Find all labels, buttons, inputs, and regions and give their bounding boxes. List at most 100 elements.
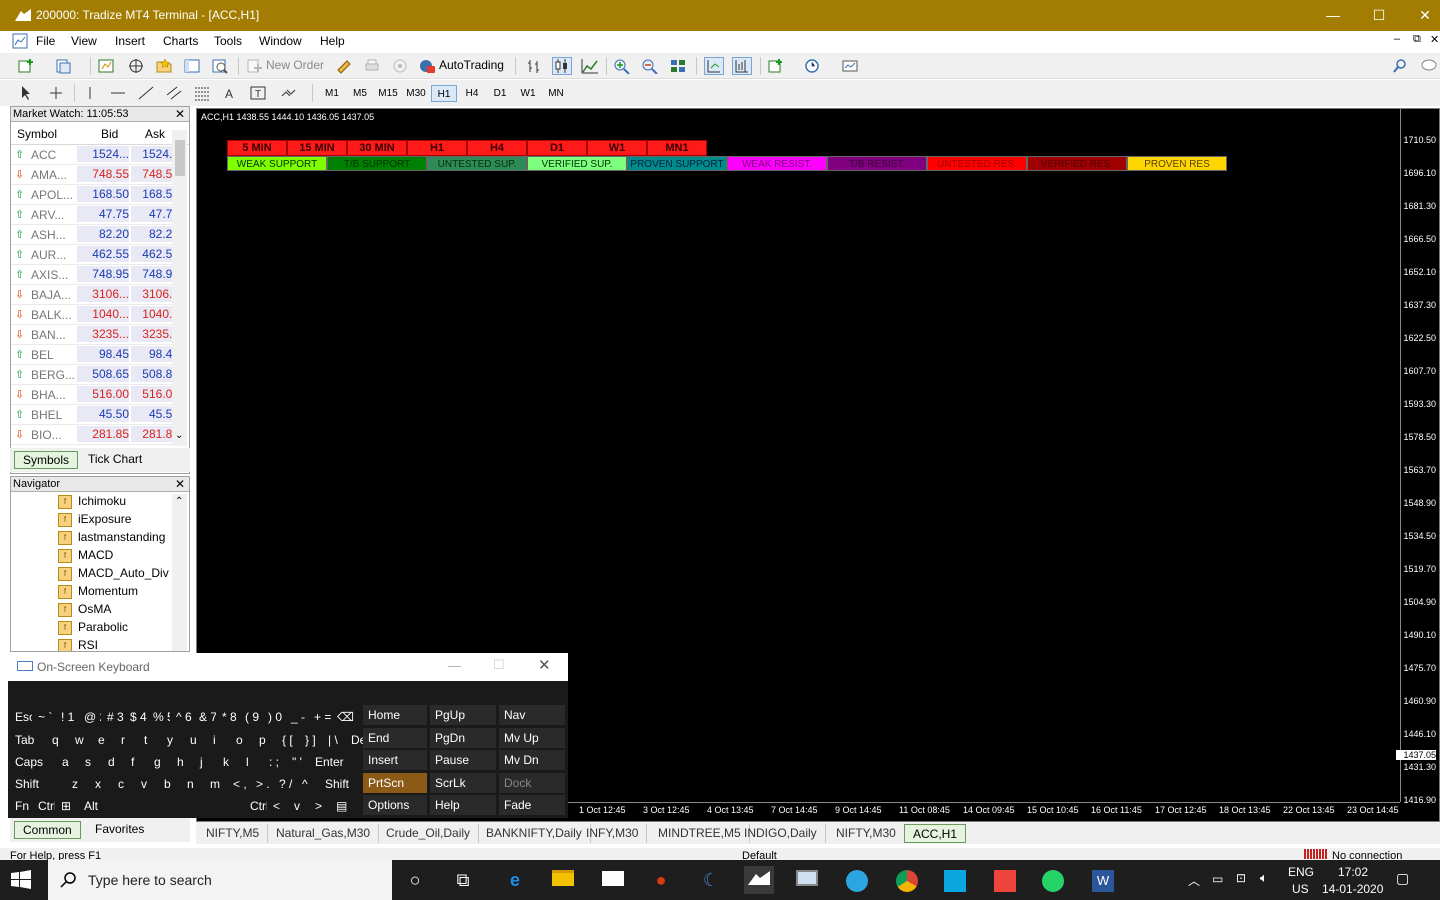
- region-code[interactable]: US: [1292, 882, 1309, 896]
- remote-desktop-icon[interactable]: [792, 866, 822, 894]
- tile-windows-icon[interactable]: [668, 57, 688, 75]
- osk-key[interactable]: n: [182, 774, 204, 794]
- osk-key[interactable]: w: [70, 730, 92, 750]
- whatsapp-icon[interactable]: [1038, 866, 1068, 894]
- arrows-icon[interactable]: [278, 84, 298, 102]
- tf-w1[interactable]: W1: [515, 85, 541, 102]
- menu-charts[interactable]: Charts: [163, 34, 198, 48]
- minimize-button[interactable]: —: [1310, 0, 1356, 31]
- osk-key[interactable]: q: [47, 730, 69, 750]
- chrome-icon[interactable]: [892, 866, 922, 894]
- scroll-down-icon[interactable]: ⌄: [175, 430, 183, 441]
- bar-chart-icon[interactable]: [524, 57, 544, 75]
- new-order-button[interactable]: New Order: [266, 58, 324, 72]
- mail-icon[interactable]: [598, 866, 628, 894]
- market-watch-close-icon[interactable]: ✕: [175, 107, 185, 122]
- tab-common[interactable]: Common: [14, 821, 81, 839]
- osk-key[interactable]: * 8: [217, 707, 239, 727]
- osk-key[interactable]: i: [208, 730, 230, 750]
- strategy-tester-icon[interactable]: [210, 57, 230, 75]
- osk-key[interactable]: PgDn: [430, 727, 496, 748]
- crosshair-icon[interactable]: [46, 84, 66, 102]
- osk-key[interactable]: PgUp: [430, 705, 496, 725]
- osk-key[interactable]: Esc: [10, 707, 32, 727]
- menu-view[interactable]: View: [71, 34, 97, 48]
- network-icon[interactable]: ⊡: [1236, 871, 1246, 885]
- osk-key[interactable]: < ,: [228, 774, 250, 794]
- profiles-icon[interactable]: [54, 57, 74, 75]
- chart-tf-button[interactable]: 30 MIN: [347, 140, 407, 156]
- chart-tab[interactable]: NIFTY,M5: [198, 824, 269, 843]
- osk-key[interactable]: Mv Up: [499, 727, 565, 748]
- osk-key[interactable]: Home: [363, 705, 427, 725]
- navigator-item[interactable]: f RSI: [58, 636, 98, 651]
- osk-key[interactable]: j: [195, 752, 217, 772]
- terminal-icon[interactable]: [182, 57, 202, 75]
- chart-tf-button[interactable]: W1: [587, 140, 647, 156]
- osk-key[interactable]: g: [149, 752, 171, 772]
- osk-key[interactable]: ^ 6: [171, 707, 193, 727]
- app-blue-icon[interactable]: [940, 866, 970, 894]
- osk-key[interactable]: ) 0: [263, 707, 285, 727]
- edge-icon[interactable]: e: [500, 866, 530, 894]
- navigator-item[interactable]: f Momentum: [58, 582, 138, 600]
- osk-key[interactable]: & 7: [194, 707, 216, 727]
- chart-tab[interactable]: Natural_Gas,M30: [268, 824, 380, 843]
- chat-icon[interactable]: [1418, 57, 1438, 75]
- osk-key[interactable]: Options: [363, 795, 427, 815]
- taskbar-search-box[interactable]: Type here to search: [48, 860, 392, 900]
- candlestick-icon[interactable]: [552, 57, 572, 75]
- maximize-button[interactable]: ☐: [1356, 0, 1402, 31]
- table-row[interactable]: ⇧ AXIS... 748.95748.95: [11, 265, 173, 285]
- print-icon[interactable]: [362, 57, 382, 75]
- navigator-item[interactable]: f Parabolic: [58, 618, 128, 636]
- data-window-icon[interactable]: [126, 57, 146, 75]
- chart-tab[interactable]: BANKNIFTY,Daily: [478, 824, 591, 843]
- osk-key[interactable]: ^: [297, 774, 319, 794]
- osk-key[interactable]: ! 1: [56, 707, 78, 727]
- auto-scroll-icon[interactable]: [704, 57, 724, 75]
- horizontal-line-icon[interactable]: [108, 84, 128, 102]
- osk-key[interactable]: e: [93, 730, 115, 750]
- meta-editor-icon[interactable]: [334, 57, 354, 75]
- tab-symbols[interactable]: Symbols: [14, 451, 79, 469]
- trendline-icon[interactable]: [136, 84, 156, 102]
- osk-key[interactable]: : ;: [264, 752, 286, 772]
- equidistant-channel-icon[interactable]: [164, 84, 184, 102]
- clock-time[interactable]: 17:02: [1338, 865, 1368, 879]
- table-row[interactable]: ⇧ BERG...508.65508.85: [11, 365, 173, 385]
- zoom-in-icon[interactable]: [612, 57, 632, 75]
- osk-key[interactable]: Mv Dn: [499, 750, 565, 770]
- navigator-item[interactable]: f Ichimoku: [58, 492, 126, 510]
- osk-key[interactable]: v: [289, 796, 309, 816]
- menu-help[interactable]: Help: [320, 34, 345, 48]
- osk-key[interactable]: p: [254, 730, 276, 750]
- tf-mn[interactable]: MN: [543, 85, 569, 102]
- close-button[interactable]: ✕: [1402, 0, 1440, 31]
- osk-key[interactable]: Shift: [10, 774, 66, 794]
- osk-key[interactable]: f: [126, 752, 148, 772]
- tf-h1[interactable]: H1: [431, 85, 457, 102]
- osk-key[interactable]: Fade: [499, 795, 565, 815]
- start-icon[interactable]: [10, 870, 32, 890]
- language-code[interactable]: ENG: [1288, 865, 1314, 879]
- table-row[interactable]: ⇩ BHA... 516.00516.00: [11, 385, 173, 405]
- osk-key[interactable]: Tab: [10, 730, 46, 750]
- table-row[interactable]: ⇩ BAJA... 3106...3106...: [11, 285, 173, 305]
- osk-key[interactable]: a: [57, 752, 79, 772]
- osk-key[interactable]: o: [231, 730, 253, 750]
- osk-key[interactable]: Insert: [363, 750, 427, 770]
- mdi-minimize-button[interactable]: –: [1394, 33, 1400, 45]
- menu-window[interactable]: Window: [259, 34, 302, 48]
- indicators-icon[interactable]: [766, 57, 786, 75]
- osk-key[interactable]: Nav: [499, 705, 565, 725]
- tf-m5[interactable]: M5: [347, 85, 373, 102]
- scroll-thumb[interactable]: [175, 140, 185, 176]
- osk-close-button[interactable]: ✕: [538, 656, 551, 674]
- zoom-out-icon[interactable]: [640, 57, 660, 75]
- battery-icon[interactable]: ▭: [1212, 872, 1223, 886]
- osk-key[interactable]: ⊞: [56, 796, 78, 816]
- osk-key[interactable]: Ctrl: [245, 796, 267, 816]
- menu-tools[interactable]: Tools: [214, 34, 242, 48]
- osk-key[interactable]: Ctrl: [33, 796, 55, 816]
